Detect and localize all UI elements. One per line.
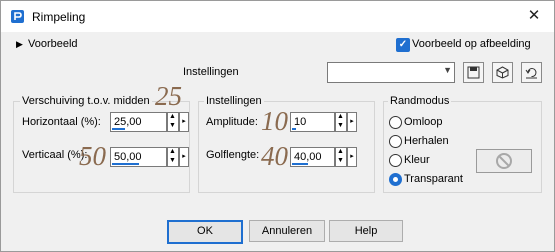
- annotation-wavelength: 40: [261, 141, 288, 171]
- horizontal-value: 25,00: [114, 116, 142, 128]
- vertical-spinner[interactable]: ▲ ▼: [167, 147, 179, 167]
- spin-down-icon[interactable]: ▼: [169, 157, 176, 165]
- radio-herhalen[interactable]: [389, 135, 402, 148]
- wavelength-value: 40,00: [294, 151, 322, 163]
- preview-toggle-label[interactable]: Voorbeeld: [28, 38, 78, 50]
- cancel-button[interactable]: Annuleren: [249, 220, 325, 242]
- radio-herhalen-label[interactable]: Herhalen: [404, 135, 449, 147]
- preview-on-image-label[interactable]: Voorbeeld op afbeelding: [412, 38, 531, 50]
- vertical-input[interactable]: 50,00: [110, 147, 167, 167]
- amplitude-stepper-arrow[interactable]: ▸: [347, 112, 357, 132]
- window-title: Rimpeling: [32, 10, 86, 24]
- wavelength-stepper-arrow[interactable]: ▸: [347, 147, 357, 167]
- spin-down-icon[interactable]: ▼: [169, 122, 176, 130]
- settings-group-label: Instellingen: [204, 95, 264, 107]
- radio-transparant[interactable]: [389, 173, 402, 186]
- wavelength-spinner[interactable]: ▲ ▼: [335, 147, 347, 167]
- horizontal-spinner[interactable]: ▲ ▼: [167, 112, 179, 132]
- horizontal-label: Horizontaal (%):: [22, 116, 101, 128]
- annotation-horizontal: 25: [155, 81, 182, 111]
- horizontal-input[interactable]: 25,00: [110, 112, 167, 132]
- horizontal-stepper-arrow[interactable]: ▸: [179, 112, 189, 132]
- annotation-amplitude: 10: [261, 106, 288, 136]
- color-swatch[interactable]: [476, 149, 532, 173]
- amplitude-input[interactable]: 10: [290, 112, 335, 132]
- reset-icon[interactable]: [521, 62, 542, 83]
- annotation-vertical: 50: [79, 141, 106, 171]
- vertical-fill-bar: [112, 163, 139, 165]
- spin-up-icon[interactable]: ▲: [169, 148, 176, 156]
- wavelength-input[interactable]: 40,00: [290, 147, 335, 167]
- ok-button[interactable]: OK: [167, 220, 243, 244]
- presets-label: Instellingen: [183, 66, 239, 78]
- amplitude-value: 10: [294, 116, 307, 128]
- cube-icon[interactable]: [492, 62, 513, 83]
- radio-kleur-label[interactable]: Kleur: [404, 154, 430, 166]
- dialog-window: Rimpeling ✕ ▶ Voorbeeld ✓ Voorbeeld op a…: [0, 0, 555, 252]
- preview-on-image-checkbox[interactable]: ✓: [396, 38, 410, 52]
- horizontal-fill-bar: [112, 128, 125, 130]
- spin-down-icon[interactable]: ▼: [337, 157, 344, 165]
- close-icon[interactable]: ✕: [523, 6, 545, 26]
- amplitude-fill-bar: [292, 128, 296, 130]
- spin-down-icon[interactable]: ▼: [337, 122, 344, 130]
- vertical-value: 50,00: [114, 151, 142, 163]
- wavelength-fill-bar: [292, 163, 308, 165]
- expand-arrow-icon[interactable]: ▶: [16, 39, 23, 50]
- radio-omloop[interactable]: [389, 116, 402, 129]
- amplitude-spinner[interactable]: ▲ ▼: [335, 112, 347, 132]
- spin-up-icon[interactable]: ▲: [337, 148, 344, 156]
- help-button[interactable]: Help: [329, 220, 403, 242]
- edge-mode-group-label: Randmodus: [388, 95, 452, 107]
- no-color-icon: [496, 153, 512, 169]
- offset-group-label: Verschuiving t.o.v. midden: [20, 95, 152, 107]
- wavelength-label: Golflengte:: [206, 149, 260, 161]
- vertical-stepper-arrow[interactable]: ▸: [179, 147, 189, 167]
- title-bar: Rimpeling ✕: [1, 1, 554, 32]
- spin-up-icon[interactable]: ▲: [169, 113, 176, 121]
- radio-omloop-label[interactable]: Omloop: [404, 116, 443, 128]
- save-preset-icon[interactable]: [463, 62, 484, 83]
- radio-kleur[interactable]: [389, 154, 402, 167]
- chevron-down-icon: ▼: [443, 65, 452, 75]
- spin-up-icon[interactable]: ▲: [337, 113, 344, 121]
- vertical-label: Verticaal (%):: [22, 149, 88, 161]
- radio-transparant-label[interactable]: Transparant: [404, 173, 463, 185]
- app-logo-icon: [10, 9, 25, 24]
- presets-dropdown[interactable]: ▼: [327, 62, 455, 83]
- amplitude-label: Amplitude:: [206, 116, 258, 128]
